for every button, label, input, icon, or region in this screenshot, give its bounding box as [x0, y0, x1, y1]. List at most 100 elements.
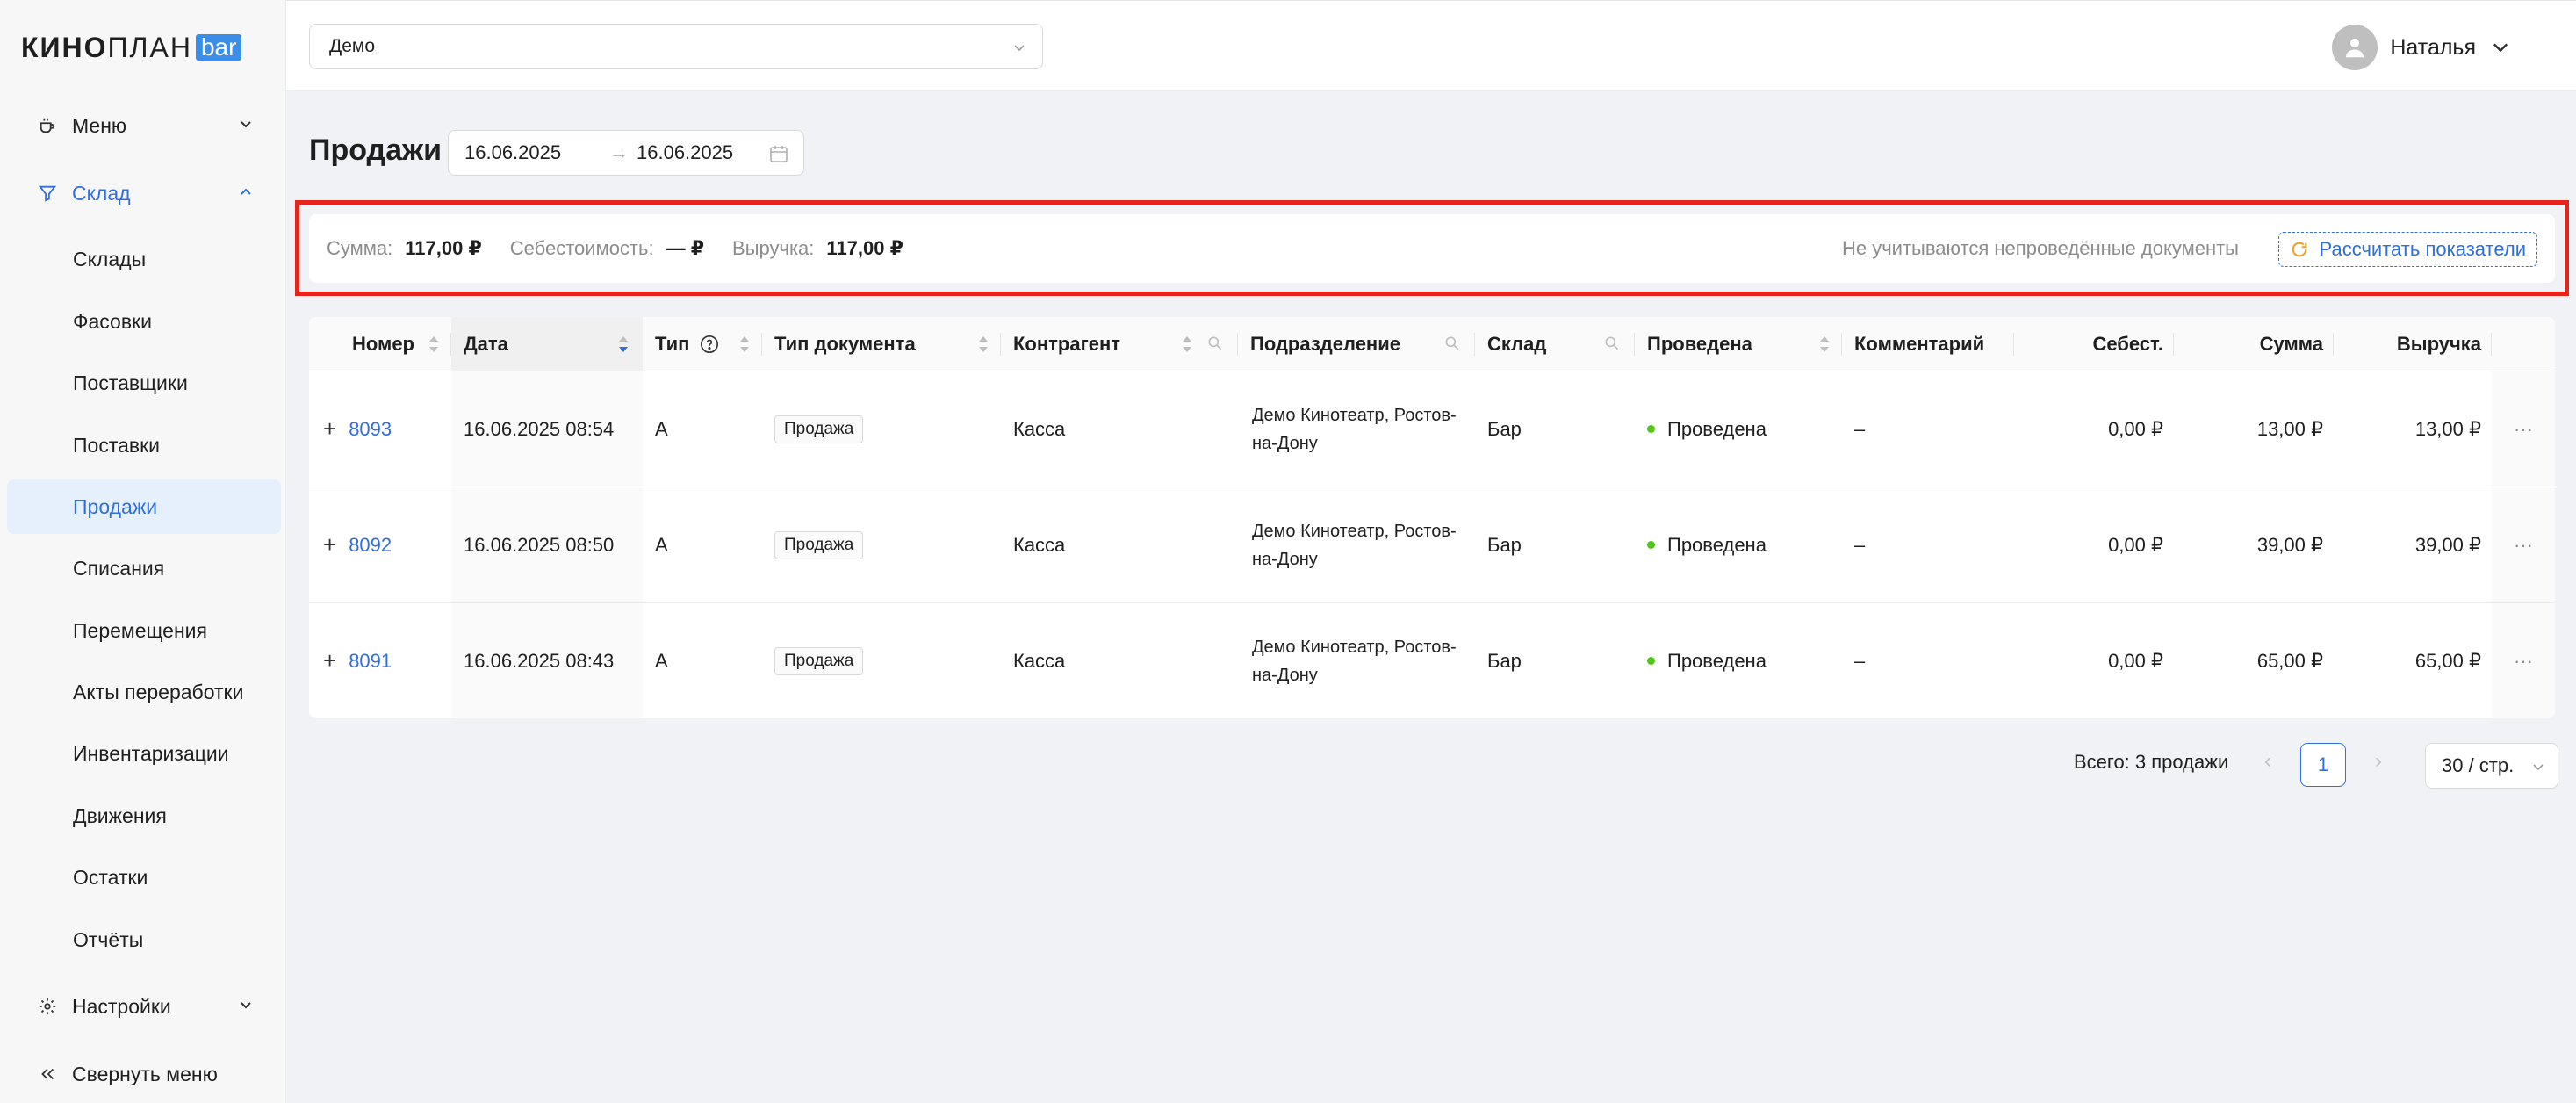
column-header-comment: Комментарий	[1842, 317, 2014, 371]
document-number-link[interactable]: 8092	[349, 534, 392, 557]
table-cell-division: Демо Кинотеатр, Ростов- на-Дону	[1238, 487, 1475, 602]
cost-value: — ₽	[666, 237, 705, 259]
sidebar-item-label: Акты переработки	[73, 680, 244, 703]
column-header-label: Склад	[1487, 333, 1547, 355]
sidebar-item-transfers[interactable]: Перемещения	[7, 603, 281, 658]
column-header-doc-type[interactable]: Тип документа	[762, 317, 1001, 371]
table-cell-doc-type: Продажа	[762, 487, 1001, 602]
sidebar-item-warehouses[interactable]: Склады	[7, 232, 281, 286]
column-header-warehouse[interactable]: Склад	[1475, 317, 1635, 371]
expand-row-button[interactable]: +	[323, 531, 336, 559]
pagination-total: Всего: 3 продажи	[2074, 751, 2229, 773]
sidebar-item-deliveries[interactable]: Поставки	[7, 418, 281, 472]
table-header: Номер Дата Тип Тип документа Контрагент …	[309, 317, 2555, 371]
chevron-down-icon	[241, 121, 251, 128]
refresh-icon	[2292, 242, 2306, 257]
sidebar-item-writeoffs[interactable]: Списания	[7, 541, 281, 595]
page-size-select[interactable]: 30 / стр.	[2425, 743, 2558, 789]
column-header-number[interactable]: Номер	[309, 317, 451, 371]
sidebar-item-label: Списания	[73, 556, 165, 580]
help-icon[interactable]	[700, 335, 719, 354]
chevron-down-icon	[241, 1002, 251, 1009]
calculate-metrics-button[interactable]: Рассчитать показатели	[2277, 232, 2537, 267]
revenue-label: Выручка:	[732, 237, 815, 259]
row-actions-button[interactable]: ···	[2492, 603, 2555, 718]
pagination-prev-button[interactable]: ‹	[2253, 746, 2283, 776]
document-number-link[interactable]: 8093	[349, 418, 392, 441]
sidebar-item-inventories[interactable]: Инвентаризации	[7, 726, 281, 781]
revenue-value: 117,00 ₽	[826, 237, 903, 259]
date-to-input[interactable]: 16.06.2025	[637, 141, 768, 164]
column-header-label: Выручка	[2396, 333, 2481, 355]
table-cell-cost: 0,00 ₽	[2108, 417, 2163, 440]
table-cell-date: 16.06.2025 08:50	[451, 487, 643, 602]
pagination-next-button[interactable]: ›	[2364, 746, 2393, 776]
sidebar-item-settings[interactable]: Настройки	[7, 978, 281, 1035]
column-header-type[interactable]: Тип	[643, 317, 762, 371]
sidebar-item-movements[interactable]: Движения	[7, 789, 281, 843]
calendar-icon	[770, 146, 788, 162]
table-cell-revenue: 39,00 ₽	[2414, 533, 2481, 556]
coffee-cup-icon	[37, 116, 58, 135]
document-number-link[interactable]: 8091	[349, 650, 392, 673]
table-cell-warehouse: Бар	[1487, 533, 1522, 556]
table-cell-warehouse: Бар	[1487, 649, 1522, 672]
column-header-date[interactable]: Дата	[451, 317, 643, 371]
logo-badge-bar: bar	[195, 34, 242, 61]
column-header-label: Комментарий	[1854, 333, 1985, 355]
column-header-label: Подразделение	[1250, 333, 1400, 355]
division-line-2: на-Дону	[1252, 433, 1318, 453]
gear-icon	[37, 997, 58, 1016]
status-text: Проведена	[1667, 533, 1767, 556]
column-header-posted[interactable]: Проведена	[1635, 317, 1842, 371]
row-actions-button[interactable]: ···	[2492, 371, 2555, 487]
table-row[interactable]: + 8093 16.06.2025 08:54 А Продажа Касса …	[309, 371, 2555, 487]
user-name: Наталья	[2390, 34, 2476, 60]
table-cell-cost: 0,00 ₽	[2108, 649, 2163, 672]
search-icon[interactable]	[1443, 335, 1461, 352]
organization-select[interactable]: Демо	[309, 24, 1043, 69]
table-cell-number: + 8092	[309, 487, 451, 602]
table-cell-number: + 8091	[309, 603, 451, 718]
table-cell-posted: Проведена	[1635, 487, 1842, 602]
search-icon[interactable]	[1206, 335, 1224, 352]
column-header-label: Тип	[655, 333, 690, 355]
sidebar-item-menu[interactable]: Меню	[7, 97, 281, 154]
pagination-page-1[interactable]: 1	[2300, 743, 2346, 787]
column-header-division[interactable]: Подразделение	[1238, 317, 1475, 371]
division-line-2: на-Дону	[1252, 665, 1318, 685]
calculate-metrics-label: Рассчитать показатели	[2319, 238, 2526, 260]
date-range-picker[interactable]: 16.06.2025 → 16.06.2025	[448, 130, 804, 176]
expand-row-button[interactable]: +	[323, 647, 336, 674]
sidebar-item-label: Поставщики	[73, 371, 188, 394]
date-from-input[interactable]: 16.06.2025	[464, 141, 601, 164]
sort-descending-icon	[619, 336, 628, 352]
user-menu[interactable]: Наталья	[2332, 24, 2511, 71]
table-cell-comment: –	[1854, 533, 1866, 556]
filter-icon	[37, 184, 58, 203]
table-row[interactable]: + 8092 16.06.2025 08:50 А Продажа Касса …	[309, 487, 2555, 603]
sidebar-item-sales[interactable]: Продажи	[7, 479, 281, 534]
status-dot	[1647, 541, 1655, 549]
sidebar-item-reports[interactable]: Отчёты	[7, 912, 281, 967]
summary-bar: Сумма: 117,00 ₽ Себестоимость: — ₽ Выруч…	[309, 214, 2555, 283]
column-header-counterparty[interactable]: Контрагент	[1001, 317, 1238, 371]
sidebar-item-packagings[interactable]: Фасовки	[7, 294, 281, 349]
row-actions-button[interactable]: ···	[2492, 487, 2555, 602]
sidebar-item-label: Меню	[72, 113, 127, 137]
sidebar-item-stock[interactable]: Остатки	[7, 850, 281, 905]
page-title: Продажи	[309, 133, 443, 167]
expand-row-button[interactable]: +	[323, 415, 336, 443]
sidebar-item-processing-acts[interactable]: Акты переработки	[7, 665, 281, 719]
table-cell-division: Демо Кинотеатр, Ростов- на-Дону	[1238, 603, 1475, 718]
division-line-1: Демо Кинотеатр, Ростов-	[1252, 521, 1457, 541]
search-icon[interactable]	[1603, 335, 1621, 352]
double-chevron-left-icon	[37, 1064, 58, 1084]
sidebar-item-warehouse[interactable]: Склад	[7, 165, 281, 221]
column-header-label: Тип документа	[774, 333, 916, 355]
table-row[interactable]: + 8091 16.06.2025 08:43 А Продажа Касса …	[309, 603, 2555, 718]
summary-note: Не учитываются непроведённые документы	[1841, 237, 2239, 259]
table-cell-sum: 13,00 ₽	[2256, 417, 2323, 440]
collapse-menu-button[interactable]: Свернуть меню	[7, 1046, 281, 1102]
sidebar-item-suppliers[interactable]: Поставщики	[7, 356, 281, 410]
